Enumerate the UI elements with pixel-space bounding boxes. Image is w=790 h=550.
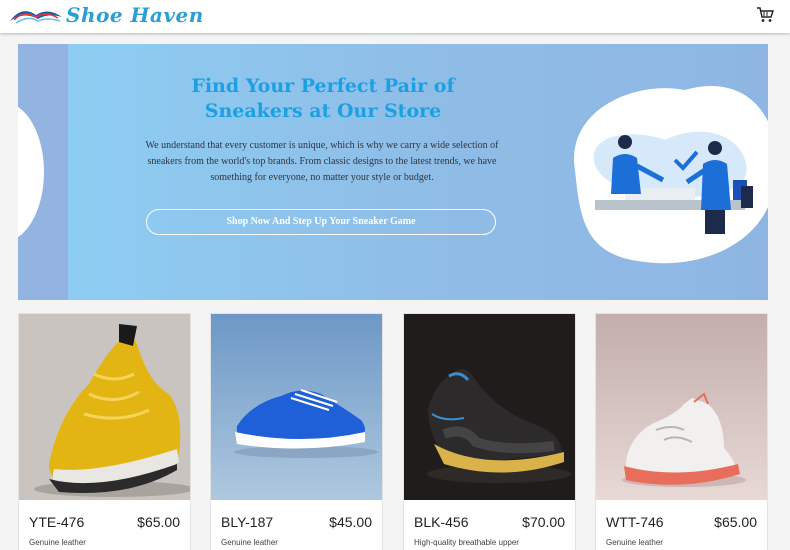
product-description: High-quality breathable upper [414, 538, 519, 547]
product-description: Genuine leather [29, 538, 86, 547]
product-card[interactable]: BLY-187 $45.00 Genuine leather [210, 313, 383, 550]
product-name: YTE-476 [29, 514, 85, 530]
brand-logo[interactable]: Shoe Haven [8, 1, 204, 29]
black-sneaker-image [404, 314, 575, 500]
product-price: $45.00 [329, 514, 372, 530]
wings-logo-icon [10, 11, 62, 24]
top-navbar: Shoe Haven [0, 0, 790, 33]
yellow-sneaker-image [19, 314, 190, 500]
brand-name: Shoe Haven [66, 3, 204, 27]
product-description: Genuine leather [221, 538, 278, 547]
product-price: $65.00 [714, 514, 757, 530]
white-sneaker-image [596, 314, 767, 500]
shopping-illustration [574, 86, 768, 264]
cart-icon[interactable] [756, 6, 776, 24]
hero-description: We understand that every customer is uni… [145, 140, 499, 183]
product-card[interactable]: YTE-476 $65.00 Genuine leather [18, 313, 191, 550]
product-card[interactable]: WTT-746 $65.00 Genuine leather [595, 313, 768, 550]
product-price: $70.00 [522, 514, 565, 530]
hero-banner: Find Your Perfect Pair of Sneakers at Ou… [18, 44, 768, 300]
product-card[interactable]: BLK-456 $70.00 High-quality breathable u… [403, 313, 576, 550]
shop-now-button[interactable]: Shop Now And Step Up Your Sneaker Game [146, 209, 496, 235]
product-name: BLK-456 [414, 514, 469, 530]
product-name: WTT-746 [606, 514, 664, 530]
product-price: $65.00 [137, 514, 180, 530]
blue-sneaker-image [211, 314, 382, 500]
product-name: BLY-187 [221, 514, 274, 530]
hero-title: Find Your Perfect Pair of Sneakers at Ou… [191, 75, 455, 122]
product-description: Genuine leather [606, 538, 663, 547]
